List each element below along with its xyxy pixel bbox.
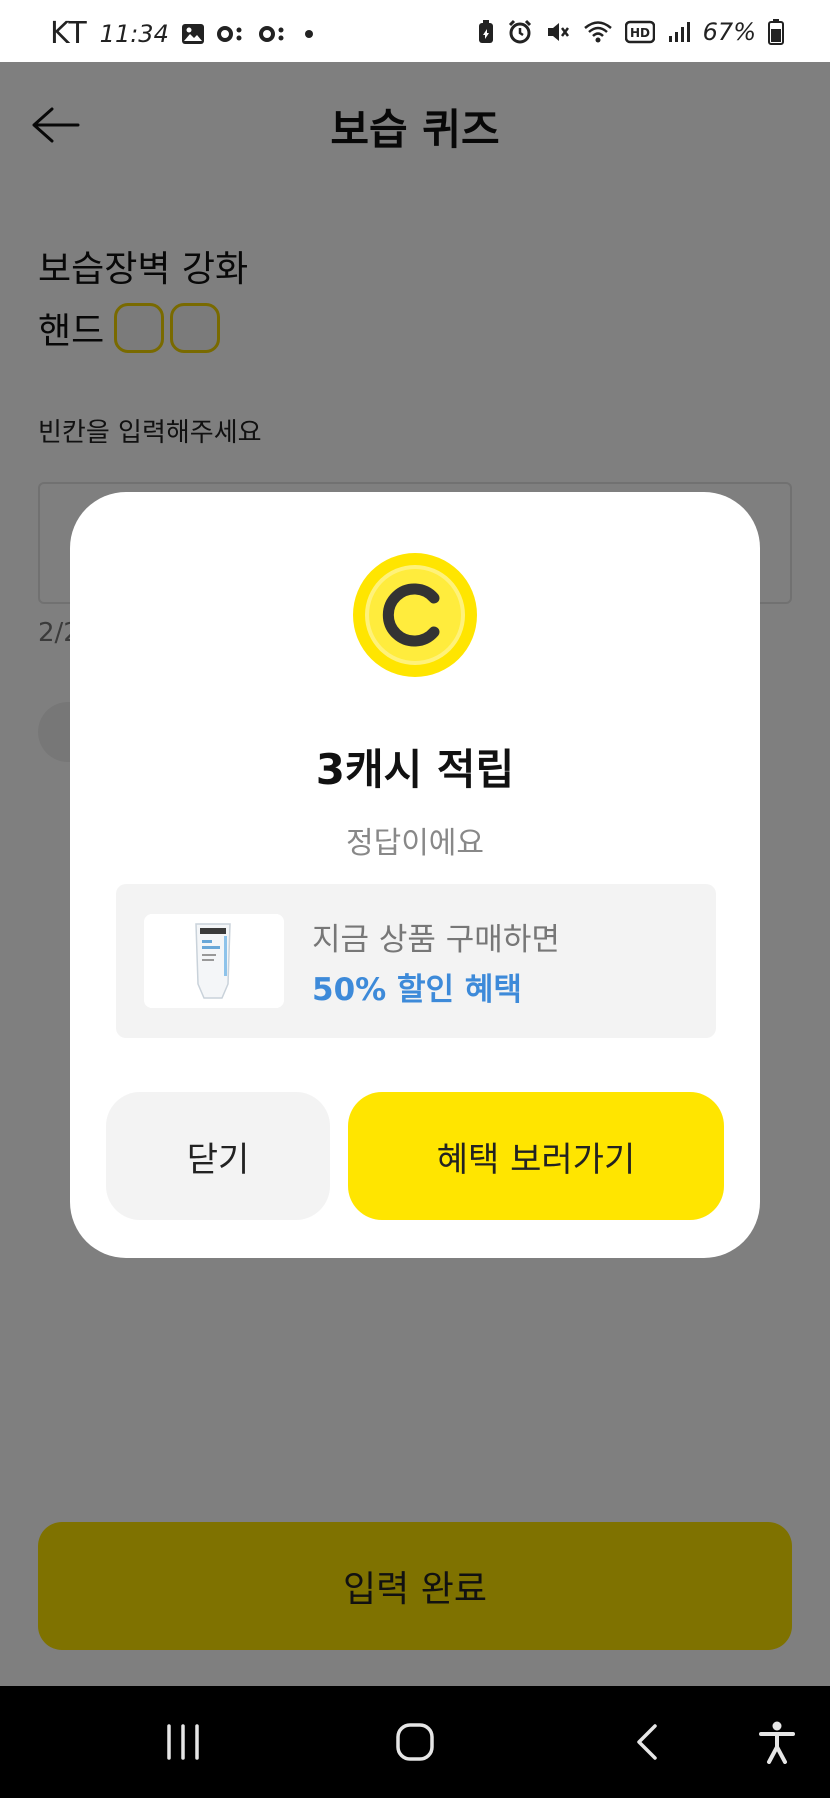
modal-subtitle: 정답이에요: [346, 826, 484, 861]
accessibility-icon[interactable]: [732, 1706, 822, 1778]
cash-coin-icon: [352, 552, 478, 678]
wifi-icon: [583, 19, 613, 45]
hd-icon: HD: [624, 20, 655, 44]
clock: 11:34: [99, 19, 169, 48]
system-nav-bar: [0, 1686, 830, 1798]
home-icon[interactable]: [370, 1706, 460, 1778]
promo-discount-text: 50% 할인 혜택: [312, 972, 522, 1008]
alarm-icon: [507, 19, 533, 45]
modal-title: 3캐시 적립: [315, 745, 515, 794]
reward-modal: 3캐시 적립 정답이에요 지금 상품 구매하면 50% 할인 혜택 닫기 혜택 …: [70, 492, 760, 1258]
battery-saver-icon: [477, 20, 495, 44]
status-bar: KT 11:34 HD 67%: [0, 0, 830, 62]
close-button[interactable]: 닫기: [106, 1092, 330, 1220]
carrier-label: KT: [50, 16, 88, 51]
recent-apps-icon[interactable]: [138, 1706, 228, 1778]
promo-text: 지금 상품 구매하면: [312, 922, 560, 958]
battery-percent: 67%: [702, 18, 756, 46]
status-right: HD 67%: [477, 18, 784, 46]
status-left: KT 11:34: [50, 16, 317, 51]
battery-icon: [768, 19, 784, 45]
promo-card[interactable]: 지금 상품 구매하면 50% 할인 혜택: [116, 884, 716, 1038]
image-icon: [181, 23, 205, 45]
svg-text:HD: HD: [630, 26, 650, 40]
mute-icon: [545, 19, 571, 45]
talk-icon: [216, 23, 247, 45]
talk-icon: [258, 23, 289, 45]
view-benefit-button[interactable]: 혜택 보러가기: [348, 1092, 724, 1220]
back-icon[interactable]: [604, 1706, 694, 1778]
signal-icon: [667, 20, 691, 44]
dot-icon: [301, 26, 317, 42]
product-image: [144, 914, 284, 1008]
